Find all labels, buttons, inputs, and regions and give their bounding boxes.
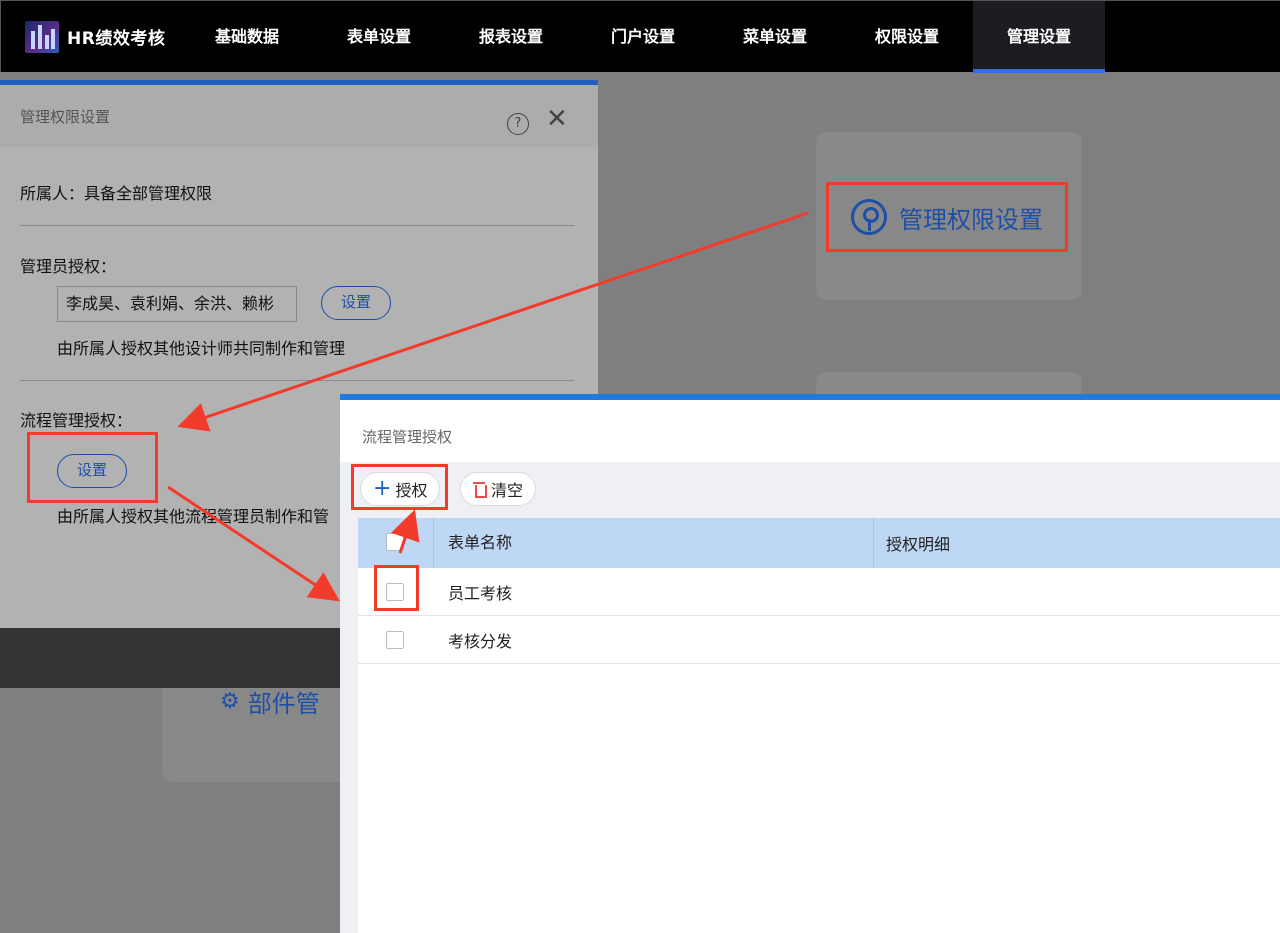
flow-settings-button[interactable]: 设置	[57, 454, 127, 488]
select-all-checkbox[interactable]	[386, 533, 404, 551]
brand-logo-icon	[25, 20, 59, 53]
nav-item-report-settings[interactable]: 报表设置	[445, 1, 577, 73]
top-nav: HR绩效考核 基础数据 表单设置 报表设置 门户设置 菜单设置 权限设置 管理设…	[0, 0, 1280, 73]
row-check-cell	[358, 616, 434, 664]
puzzle-gear-icon: ⚙	[220, 689, 240, 714]
toolbar: + 授权 清空	[340, 462, 1280, 518]
flow-note: 由所属人授权其他流程管理员制作和管	[57, 507, 330, 526]
form-name: 考核分发	[448, 631, 513, 651]
dialog-title: 管理权限设置	[20, 107, 111, 126]
clear-label: 清空	[491, 481, 524, 500]
nav-item-menu-settings[interactable]: 菜单设置	[709, 1, 841, 73]
admin-settings-button[interactable]: 设置	[321, 286, 391, 320]
admin-permission-card-label: 管理权限设置	[899, 205, 1043, 234]
nav-item-management-settings[interactable]: 管理设置	[973, 0, 1105, 73]
component-card-row[interactable]: ⚙ 部件管	[220, 684, 320, 719]
nav-item-basic-data[interactable]: 基础数据	[181, 1, 313, 73]
dialog-header: 管理权限设置	[0, 85, 598, 147]
dialog-title: 流程管理授权	[362, 428, 453, 446]
annotation-box	[374, 565, 419, 611]
component-card-label: 部件管	[247, 690, 320, 718]
admin-note: 由所属人授权其他设计师共同制作和管理	[57, 339, 346, 358]
admin-permission-card-highlight[interactable]: 管理权限设置	[826, 182, 1068, 252]
table-header: 表单名称 授权明细	[358, 518, 1280, 568]
row-checkbox[interactable]	[386, 630, 404, 649]
admins-field[interactable]: 李成昊、袁利娟、余洪、赖彬	[57, 286, 297, 322]
brand-title: HR绩效考核	[67, 29, 166, 49]
owner-text: 所属人：具备全部管理权限	[20, 184, 213, 203]
divider	[20, 380, 574, 381]
select-all-cell	[358, 518, 434, 568]
column-header-form-name[interactable]: 表单名称	[434, 518, 874, 568]
close-icon[interactable]: ✕	[546, 106, 568, 132]
brand[interactable]: HR绩效考核	[1, 20, 181, 53]
help-icon[interactable]: ?	[507, 113, 529, 135]
nav-item-portal-settings[interactable]: 门户设置	[577, 1, 709, 73]
trash-icon	[473, 482, 487, 498]
divider	[20, 225, 574, 226]
form-name: 员工考核	[448, 583, 513, 603]
table-row[interactable]: 员工考核	[358, 568, 1280, 616]
table-row[interactable]: 考核分发	[358, 616, 1280, 664]
clear-button[interactable]: 清空	[460, 472, 537, 506]
admin-label: 管理员授权：	[20, 257, 117, 276]
nav-item-permission-settings[interactable]: 权限设置	[841, 1, 973, 73]
left-gutter	[340, 518, 358, 933]
flow-permission-dialog: 流程管理授权 + 授权 清空 表单名称 授权明细 员工考核 考核分发	[340, 394, 1280, 933]
annotation-box	[351, 464, 448, 510]
flow-label: 流程管理授权：	[20, 411, 133, 430]
form-table: 表单名称 授权明细 员工考核 考核分发	[358, 518, 1280, 664]
column-header-detail[interactable]: 授权明细	[874, 531, 1280, 555]
nav-item-form-settings[interactable]: 表单设置	[313, 1, 445, 73]
key-icon	[851, 199, 887, 235]
